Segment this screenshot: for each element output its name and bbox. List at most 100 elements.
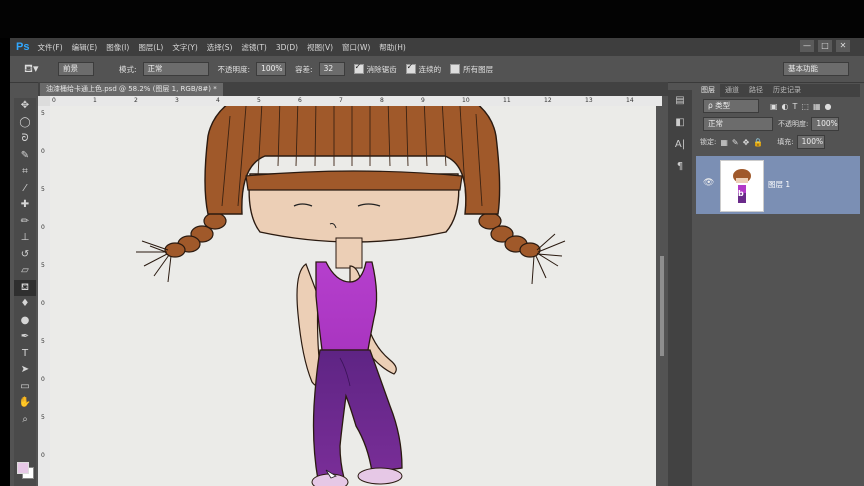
menu-select[interactable]: 选择(S)	[207, 42, 233, 53]
layer-thumbnail: b	[720, 160, 764, 212]
close-button[interactable]: ✕	[836, 40, 850, 52]
type-tool-icon[interactable]: T	[14, 346, 36, 363]
healing-brush-tool-icon[interactable]: ✚	[14, 197, 36, 214]
photoshop-window: Ps 文件(F) 编辑(E) 图像(I) 图层(L) 文字(Y) 选择(S) 滤…	[10, 38, 864, 486]
lock-icons[interactable]: ▦✎✥🔒	[720, 138, 767, 147]
path-select-tool-icon[interactable]: ➤	[14, 362, 36, 379]
menu-help[interactable]: 帮助(H)	[379, 42, 406, 53]
tab-layers[interactable]: 图层	[696, 84, 720, 97]
hand-tool-icon[interactable]: ✋	[14, 395, 36, 412]
menu-type[interactable]: 文字(Y)	[172, 42, 197, 53]
mode-label: 模式:	[119, 64, 137, 74]
ruler-tick-label: 13	[585, 97, 593, 104]
ruler-tick-label: 0	[41, 452, 45, 459]
horizontal-ruler[interactable]: 0 1 2 3 4 5 6 7 8 9 10 11 12 13 14	[50, 96, 662, 106]
eraser-tool-icon[interactable]: ▱	[14, 263, 36, 280]
pen-tool-icon[interactable]: ✒	[14, 329, 36, 346]
panel-dock: ▤ ◧ A| ¶	[668, 90, 692, 486]
ruler-tick-label: 5	[41, 186, 45, 193]
fill-source-select[interactable]: 前景	[58, 62, 94, 76]
tab-paths[interactable]: 路径	[744, 84, 768, 97]
menu-layer[interactable]: 图层(L)	[138, 42, 163, 53]
ruler-tick-label: 12	[544, 97, 552, 104]
foreground-color-swatch[interactable]	[17, 462, 29, 474]
ruler-tick-label: 5	[41, 110, 45, 117]
ruler-tick-label: 5	[41, 338, 45, 345]
tolerance-input[interactable]: 32	[318, 62, 345, 76]
opacity-input[interactable]: 100%	[256, 62, 287, 76]
properties-panel-icon[interactable]: ◧	[668, 112, 692, 134]
vertical-ruler[interactable]: 5 0 5 0 5 0 5 0 5 0	[38, 96, 50, 486]
ruler-tick-label: 14	[626, 97, 634, 104]
zoom-tool-icon[interactable]: ⌕	[14, 412, 36, 429]
contiguous-label: 连续的	[418, 64, 442, 74]
eyedropper-tool-icon[interactable]: ⁄	[14, 181, 36, 198]
marquee-tool-icon[interactable]: ◯	[14, 115, 36, 132]
minimize-button[interactable]: —	[800, 40, 814, 52]
contiguous-checkbox[interactable]	[405, 62, 416, 74]
layer-kind-filter[interactable]: ρ 类型	[703, 99, 759, 113]
ruler-tick-label: 0	[41, 148, 45, 155]
layer-row-selected[interactable]: 👁 b 图层 1	[696, 156, 860, 214]
menu-file[interactable]: 文件(F)	[37, 42, 62, 53]
tab-channels[interactable]: 通道	[720, 84, 744, 97]
crop-tool-icon[interactable]: ⌗	[14, 164, 36, 181]
options-bar: ⛾▾ 前景 模式: 正常 不透明度: 100% 容差: 32 消除锯齿 连续的 …	[10, 56, 864, 83]
workspace-preset-select[interactable]: 基本功能	[783, 62, 849, 76]
scrollbar-thumb[interactable]	[660, 256, 664, 356]
ruler-tick-label: 7	[339, 97, 343, 104]
paint-bucket-tool-icon[interactable]: ⛾	[14, 279, 36, 296]
menu-edit[interactable]: 编辑(E)	[72, 42, 98, 53]
canvas[interactable]	[50, 106, 656, 486]
all-layers-checkbox[interactable]	[450, 64, 461, 74]
dodge-tool-icon[interactable]: ●	[14, 313, 36, 330]
window-controls: — □ ✕	[800, 40, 850, 52]
menu-3d[interactable]: 3D(D)	[276, 43, 298, 52]
clone-stamp-tool-icon[interactable]: ⊥	[14, 230, 36, 247]
quick-select-tool-icon[interactable]: ✎	[14, 148, 36, 165]
panel-tabs: 图层 通道 路径 历史记录	[696, 84, 860, 97]
brush-tool-icon[interactable]: ✏	[14, 214, 36, 231]
move-tool-icon[interactable]: ✥	[14, 98, 36, 115]
paragraph-panel-icon[interactable]: ¶	[668, 156, 692, 178]
ruler-tick-label: 2	[134, 97, 138, 104]
ps-logo: Ps	[16, 41, 30, 53]
mode-select[interactable]: 正常	[142, 62, 209, 76]
ruler-tick-label: 5	[41, 414, 45, 421]
tolerance-label: 容差:	[295, 64, 313, 74]
menu-image[interactable]: 图像(I)	[106, 42, 129, 53]
all-layers-label: 所有图层	[463, 64, 494, 74]
ruler-tick-label: 4	[216, 97, 220, 104]
character-panel-icon[interactable]: A|	[668, 134, 692, 156]
menu-view[interactable]: 视图(V)	[307, 42, 333, 53]
layer-filter-row: ρ 类型 ▣◐T⬚▦●	[696, 97, 860, 115]
letterbox-top	[0, 0, 864, 38]
ruler-tick-label: 5	[41, 262, 45, 269]
blur-tool-icon[interactable]: ♦	[14, 296, 36, 313]
ruler-tick-label: 5	[257, 97, 261, 104]
ruler-tick-label: 0	[52, 97, 56, 104]
ruler-corner	[38, 96, 50, 106]
layer-thumb-letter: b	[738, 189, 744, 198]
layer-name[interactable]: 图层 1	[768, 179, 790, 190]
ruler-tick-label: 3	[175, 97, 179, 104]
paint-bucket-preset-icon[interactable]: ⛾▾	[24, 62, 50, 77]
blend-mode-select[interactable]: 正常	[703, 117, 773, 131]
history-brush-tool-icon[interactable]: ↺	[14, 247, 36, 264]
layer-opacity-input[interactable]: 100%	[811, 117, 840, 131]
document-tab[interactable]: 油漆桶给卡通上色.psd @ 58.2% (图层 1, RGB/8#) *	[40, 83, 223, 96]
menu-window[interactable]: 窗口(W)	[342, 42, 370, 53]
menu-filter[interactable]: 滤镜(T)	[241, 42, 266, 53]
antialias-label: 消除锯齿	[366, 64, 397, 74]
antialias-checkbox[interactable]	[353, 62, 364, 74]
ruler-tick-label: 0	[41, 224, 45, 231]
shape-tool-icon[interactable]: ▭	[14, 379, 36, 396]
filter-icons[interactable]: ▣◐T⬚▦●	[770, 102, 836, 111]
maximize-button[interactable]: □	[818, 40, 832, 52]
fill-input[interactable]: 100%	[796, 135, 825, 149]
canvas-vertical-scrollbar[interactable]	[656, 106, 668, 486]
eye-icon[interactable]: 👁	[703, 178, 714, 188]
lasso-tool-icon[interactable]: ᘐ	[14, 131, 36, 148]
history-panel-icon[interactable]: ▤	[668, 90, 692, 112]
tab-history[interactable]: 历史记录	[768, 84, 806, 97]
